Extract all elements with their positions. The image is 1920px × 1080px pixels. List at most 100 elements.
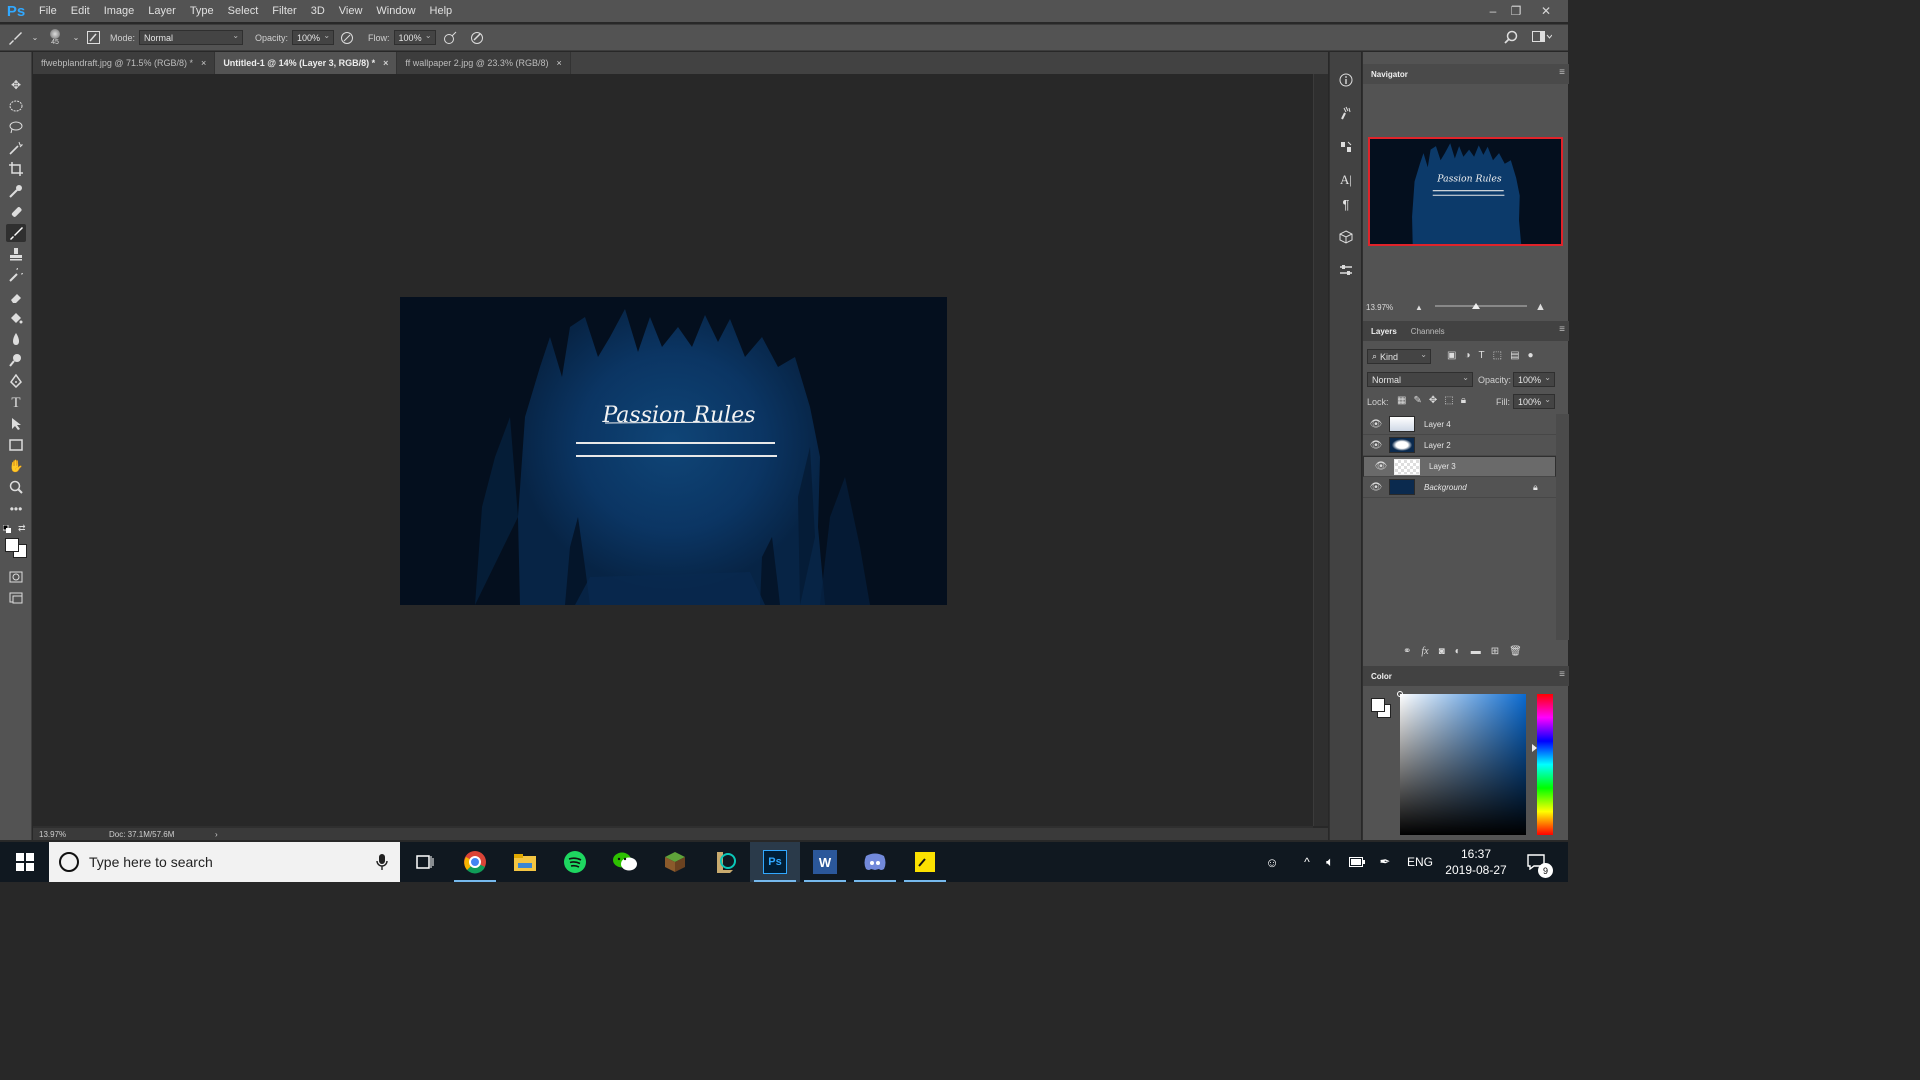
clone-source-icon[interactable] xyxy=(1336,137,1356,157)
marquee-tool-icon[interactable] xyxy=(6,97,26,115)
menu-image[interactable]: Image xyxy=(97,5,142,17)
info-icon[interactable] xyxy=(1336,70,1356,90)
move-tool-icon[interactable]: ✥ xyxy=(6,76,26,94)
layer-row[interactable]: 👁︎ Background 🔒︎ xyxy=(1363,477,1556,498)
menu-layer[interactable]: Layer xyxy=(141,5,183,17)
tab-channels[interactable]: Channels xyxy=(1411,327,1445,336)
layer-row[interactable]: 👁︎ Layer 3 xyxy=(1363,456,1556,477)
spotify-taskbar-icon[interactable] xyxy=(550,842,600,882)
menu-select[interactable]: Select xyxy=(221,5,266,17)
eye-icon[interactable]: 👁︎ xyxy=(1363,440,1389,451)
flow-field[interactable]: 100% ⌄ xyxy=(393,30,436,45)
layers-scrollbar[interactable] xyxy=(1556,414,1569,640)
menu-3d[interactable]: 3D xyxy=(304,5,332,17)
screen-mode-icon[interactable] xyxy=(6,589,26,607)
layer-row[interactable]: 👁︎ Layer 4 xyxy=(1363,414,1556,435)
sticky-notes-taskbar-icon[interactable] xyxy=(900,842,950,882)
close-icon[interactable]: × xyxy=(383,58,388,68)
chevron-right-icon[interactable]: › xyxy=(215,830,218,839)
task-view-button[interactable] xyxy=(400,842,450,882)
hue-slider-thumb[interactable] xyxy=(1532,744,1537,752)
new-layer-icon[interactable]: ⊞ xyxy=(1491,646,1499,657)
zoom-level[interactable]: 13.97% xyxy=(39,830,109,839)
image-filter-icon[interactable]: ▣ xyxy=(1447,350,1456,361)
minecraft-taskbar-icon[interactable] xyxy=(650,842,700,882)
league-of-legends-taskbar-icon[interactable] xyxy=(700,842,750,882)
volume-icon[interactable]: 🔈︎ xyxy=(1320,842,1340,882)
color-title[interactable]: Color xyxy=(1371,672,1392,681)
more-tools-icon[interactable]: ••• xyxy=(6,500,26,518)
brush-panel-icon[interactable] xyxy=(82,31,104,44)
zoom-in-icon[interactable]: ▲ xyxy=(1535,301,1546,313)
minimize-button[interactable]: – xyxy=(1482,0,1504,22)
microphone-icon[interactable] xyxy=(376,853,388,874)
lasso-tool-icon[interactable] xyxy=(6,118,26,136)
opacity-field[interactable]: 100% ⌄ xyxy=(292,30,335,45)
paragraph-icon[interactable]: ¶ xyxy=(1336,194,1356,214)
history-brush-tool-icon[interactable] xyxy=(6,266,26,284)
navigator-zoom-value[interactable]: 13.97% xyxy=(1366,303,1393,312)
panel-menu-icon[interactable]: ≡ xyxy=(1559,324,1565,335)
vertical-scrollbar[interactable] xyxy=(1313,74,1328,826)
color-field[interactable] xyxy=(1397,691,1526,835)
photoshop-logo[interactable]: Ps xyxy=(0,3,32,20)
close-button[interactable]: ✕ xyxy=(1535,0,1557,22)
panel-menu-icon[interactable]: ≡ xyxy=(1559,669,1565,680)
eyedropper-tool-icon[interactable] xyxy=(6,182,26,200)
workspace-icon[interactable] xyxy=(1532,31,1552,43)
photoshop-taskbar-icon[interactable]: Ps xyxy=(750,842,800,882)
tab-layers[interactable]: Layers xyxy=(1371,327,1397,336)
tab-ff-wallpaper-2[interactable]: ff wallpaper 2.jpg @ 23.3% (RGB/8) × xyxy=(397,52,571,74)
trash-icon[interactable]: 🗑︎ xyxy=(1509,646,1522,657)
tab-untitled-1[interactable]: Untitled-1 @ 14% (Layer 3, RGB/8) * × xyxy=(215,52,398,74)
color-picker-cursor[interactable] xyxy=(1397,691,1403,697)
eye-icon[interactable]: 👁︎ xyxy=(1368,461,1394,472)
clock[interactable]: 16:37 2019-08-27 xyxy=(1443,842,1509,882)
eye-icon[interactable]: 👁︎ xyxy=(1363,482,1389,493)
crop-tool-icon[interactable] xyxy=(6,160,26,178)
quick-mask-icon[interactable] xyxy=(6,568,26,586)
eye-icon[interactable]: 👁︎ xyxy=(1363,419,1389,430)
language-indicator[interactable]: ENG xyxy=(1403,842,1437,882)
mode-select[interactable]: Normal ⌄ xyxy=(139,30,244,45)
file-explorer-taskbar-icon[interactable] xyxy=(500,842,550,882)
menu-help[interactable]: Help xyxy=(423,5,460,17)
menu-window[interactable]: Window xyxy=(369,5,422,17)
path-selection-tool-icon[interactable] xyxy=(6,415,26,433)
character-icon[interactable]: A| xyxy=(1336,170,1356,190)
magic-wand-tool-icon[interactable] xyxy=(6,139,26,157)
tab-ffwebplandraft[interactable]: ffwebplandraft.jpg @ 71.5% (RGB/8) * × xyxy=(33,52,216,74)
blur-tool-icon[interactable] xyxy=(6,330,26,348)
blend-mode-select[interactable]: Normal ⌄ xyxy=(1367,372,1473,387)
link-icon[interactable]: ⚭ xyxy=(1403,646,1411,657)
color-foreground-swatch[interactable] xyxy=(1371,698,1385,712)
menu-edit[interactable]: Edit xyxy=(64,5,97,17)
brush-tool-icon[interactable] xyxy=(0,30,30,46)
type-tool-icon[interactable]: T xyxy=(6,394,26,412)
menu-view[interactable]: View xyxy=(332,5,370,17)
zoom-out-icon[interactable]: ▲ xyxy=(1415,303,1423,312)
panel-menu-icon[interactable]: ≡ xyxy=(1559,67,1565,78)
close-icon[interactable]: × xyxy=(556,58,561,68)
smart-object-filter-icon[interactable]: ▤ xyxy=(1510,350,1519,361)
clone-stamp-tool-icon[interactable] xyxy=(6,245,26,263)
navigator-zoom-slider[interactable] xyxy=(1435,303,1527,309)
slider-thumb[interactable] xyxy=(1472,303,1481,309)
mask-icon[interactable]: ◙ xyxy=(1439,646,1445,657)
restore-button[interactable]: ❐ xyxy=(1505,0,1527,22)
word-taskbar-icon[interactable]: W xyxy=(800,842,850,882)
adjustment-icon[interactable]: ◐ xyxy=(1455,646,1461,657)
layer-filter-select[interactable]: ⌕ Kind ⌄ xyxy=(1367,349,1431,364)
layer-row[interactable]: 👁︎ Layer 2 xyxy=(1363,435,1556,456)
battery-icon[interactable] xyxy=(1346,842,1368,882)
healing-brush-tool-icon[interactable] xyxy=(6,203,26,221)
eraser-tool-icon[interactable] xyxy=(6,288,26,306)
paint-bucket-tool-icon[interactable] xyxy=(6,309,26,327)
lock-image-icon[interactable]: ✎ xyxy=(1413,395,1421,406)
start-button[interactable] xyxy=(0,842,49,882)
hand-tool-icon[interactable]: ✋ xyxy=(6,457,26,475)
properties-icon[interactable] xyxy=(1336,260,1356,280)
chevron-down-icon[interactable]: ⌄ xyxy=(30,33,40,42)
close-icon[interactable]: × xyxy=(201,58,206,68)
lock-all-icon[interactable]: 🔒︎ xyxy=(1461,395,1466,406)
